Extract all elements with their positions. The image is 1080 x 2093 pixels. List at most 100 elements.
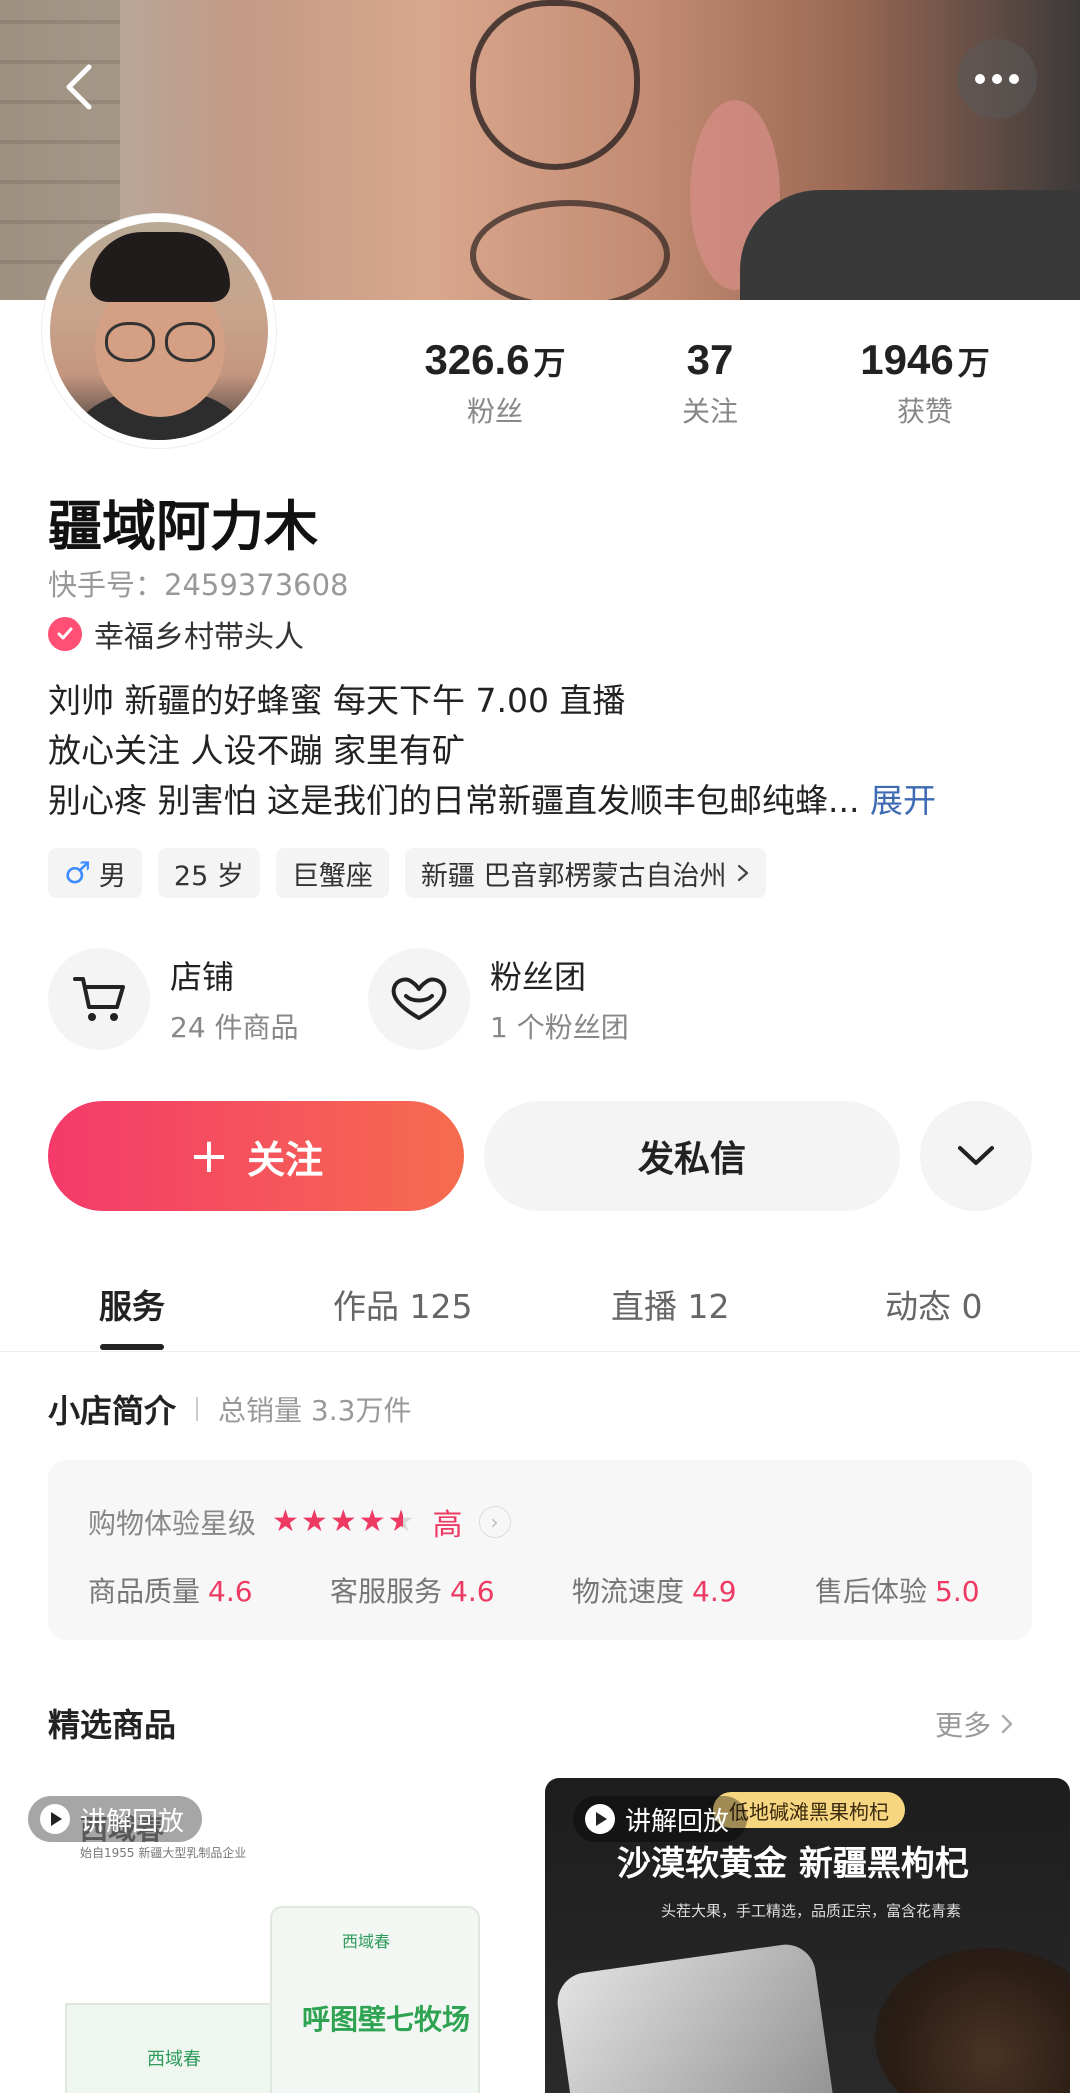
follow-label: 关注	[247, 1137, 324, 1182]
kuaishou-id[interactable]: 快手号：2459373608	[48, 562, 349, 604]
stat-following[interactable]: 37 关注	[650, 336, 770, 430]
replay-badge[interactable]: 讲解回放	[573, 1796, 748, 1842]
shop-intro-title: 小店简介	[48, 1392, 177, 1430]
heart-icon	[368, 948, 470, 1050]
check-badge-icon	[48, 617, 82, 651]
metric-quality: 商品质量 4.6	[88, 1570, 253, 1610]
certification[interactable]: 幸福乡村带头人	[48, 612, 304, 656]
metric-label: 售后体验	[815, 1575, 928, 1608]
follow-button[interactable]: + 关注	[48, 1101, 464, 1211]
metric-logistics: 物流速度 4.9	[572, 1570, 737, 1610]
product-bag-label: 呼图壁七牧场	[302, 2003, 471, 2036]
metric-label: 物流速度	[572, 1575, 685, 1608]
metric-value: 4.9	[692, 1575, 737, 1608]
more-button[interactable]	[957, 39, 1037, 119]
cart-icon	[48, 948, 150, 1050]
stat-following-value: 37	[686, 336, 734, 383]
metric-aftersales: 售后体验 5.0	[815, 1570, 980, 1610]
chevron-right-icon	[738, 864, 749, 882]
profile-name: 疆域阿力木	[48, 495, 318, 558]
stat-likes-label: 获赞	[896, 395, 953, 428]
metric-label: 商品质量	[88, 1575, 201, 1608]
tab-live[interactable]: 直播 12	[611, 1280, 729, 1328]
tab-works[interactable]: 作品 125	[333, 1280, 472, 1328]
stat-likes-value: 1946	[860, 336, 954, 383]
product-bag-brand: 西域春	[342, 1932, 391, 1951]
product-card[interactable]: 西域春 始自1955 新疆大型乳制品企业 西域春 西域春 呼图壁七牧场 讲解回放	[0, 1778, 538, 2093]
product-image: 西域春 呼图壁七牧场	[270, 1906, 480, 2093]
profile-tags: ♂ 男 25 岁 巨蟹座 新疆 巴音郭楞蒙古自治州	[48, 848, 767, 898]
stat-fans-unit: 万	[533, 344, 566, 382]
product-title: 沙漠软黄金 新疆黑枸杞	[617, 1844, 969, 1884]
shop-rating-card[interactable]: 购物体验星级 ★ ★ ★ ★ ★ 高 › 商品质量 4.6 客服服务 4.6 物流速度 4.9…	[48, 1460, 1032, 1640]
chevron-right-icon[interactable]: ›	[478, 1506, 511, 1538]
featured-more-label: 更多	[935, 1709, 992, 1742]
fans-club-entry[interactable]: 粉丝团 1 个粉丝团	[368, 948, 629, 1050]
tag-gender: ♂ 男	[48, 848, 142, 898]
rating-level: 高	[432, 1508, 463, 1543]
back-button[interactable]	[40, 48, 118, 126]
chevron-down-icon	[958, 1146, 994, 1165]
stat-likes-unit: 万	[957, 344, 990, 382]
metric-label: 客服服务	[330, 1575, 443, 1608]
stat-following-label: 关注	[681, 395, 738, 428]
play-icon	[585, 1804, 615, 1834]
stat-fans[interactable]: 326.6 万 粉丝	[410, 336, 580, 430]
play-icon	[40, 1804, 70, 1834]
shop-entry[interactable]: 店铺 24 件商品	[48, 948, 299, 1050]
product-image: 西域春	[65, 2003, 285, 2093]
replay-label: 讲解回放	[80, 1806, 185, 1837]
replay-label: 讲解回放	[625, 1806, 730, 1837]
product-image	[553, 1940, 837, 2093]
tag-location[interactable]: 新疆 巴音郭楞蒙古自治州	[404, 848, 767, 898]
fans-club-sub: 1 个粉丝团	[490, 1011, 629, 1044]
star-icon: ★	[300, 1504, 328, 1539]
star-icon: ★	[387, 1504, 415, 1539]
bio-line-3: 别心疼 别害怕 这是我们的日常新疆直发顺丰包邮纯蜂...	[48, 781, 860, 820]
chevron-left-icon	[66, 64, 92, 110]
metric-service: 客服服务 4.6	[330, 1570, 495, 1610]
rating-stars: ★ ★ ★ ★ ★	[272, 1507, 417, 1537]
chevron-right-icon	[1001, 1714, 1013, 1734]
more-dots-icon	[975, 74, 1019, 84]
shop-intro-header: 小店简介 总销量 3.3万件	[48, 1386, 411, 1432]
star-icon: ★	[358, 1504, 386, 1539]
stat-fans-value: 326.6	[424, 336, 530, 383]
profile-tabs: 服务 作品 125 直播 12 动态 0	[0, 1270, 1080, 1352]
star-icon: ★	[272, 1504, 299, 1539]
tag-location-label: 新疆 巴音郭楞蒙古自治州	[420, 860, 727, 892]
stat-likes[interactable]: 1946 万 获赞	[840, 336, 1010, 430]
plus-icon: +	[188, 1128, 230, 1184]
metric-value: 4.6	[450, 1575, 495, 1608]
metric-value: 5.0	[935, 1575, 980, 1608]
total-sales: 总销量 3.3万件	[218, 1394, 412, 1427]
tab-services[interactable]: 服务	[99, 1280, 165, 1328]
rating-label: 购物体验星级	[88, 1507, 257, 1540]
stat-fans-label: 粉丝	[466, 395, 523, 428]
product-image	[875, 1948, 1070, 2093]
fans-club-title: 粉丝团	[490, 958, 587, 996]
product-box-label: 西域春	[147, 2049, 201, 2070]
tag-gender-label: 男	[98, 860, 126, 892]
shop-entry-sub: 24 件商品	[170, 1011, 299, 1044]
shop-entry-title: 店铺	[170, 958, 235, 996]
product-desc: 头茬大果，手工精选，品质正宗，富含花青素	[661, 1902, 962, 1920]
tag-zodiac: 巨蟹座	[275, 848, 389, 898]
product-card[interactable]: 低地碱滩黑果枸杞 沙漠软黄金 新疆黑枸杞 头茬大果，手工精选，品质正宗，富含花青…	[545, 1778, 1070, 2093]
male-icon: ♂	[64, 855, 91, 891]
message-button[interactable]: 发私信	[484, 1101, 900, 1211]
product-brand-sub: 始自1955 新疆大型乳制品企业	[80, 1846, 247, 1860]
more-actions-button[interactable]	[920, 1101, 1032, 1211]
tab-moments[interactable]: 动态 0	[885, 1280, 983, 1328]
metric-value: 4.6	[208, 1575, 253, 1608]
active-tab-indicator	[100, 1344, 164, 1350]
featured-more-link[interactable]: 更多	[935, 1704, 1015, 1744]
bio-expand-link[interactable]: 展开	[870, 781, 936, 820]
bio-line-2: 放心关注 人设不蹦 家里有矿	[48, 731, 465, 770]
tag-age: 25 岁	[157, 848, 260, 898]
avatar[interactable]	[42, 214, 276, 448]
replay-badge[interactable]: 讲解回放	[28, 1796, 203, 1842]
profile-bio: 刘帅 新疆的好蜂蜜 每天下午 7.00 直播 放心关注 人设不蹦 家里有矿 别心…	[48, 676, 1048, 826]
certification-label: 幸福乡村带头人	[94, 620, 304, 655]
divider	[196, 1397, 199, 1421]
